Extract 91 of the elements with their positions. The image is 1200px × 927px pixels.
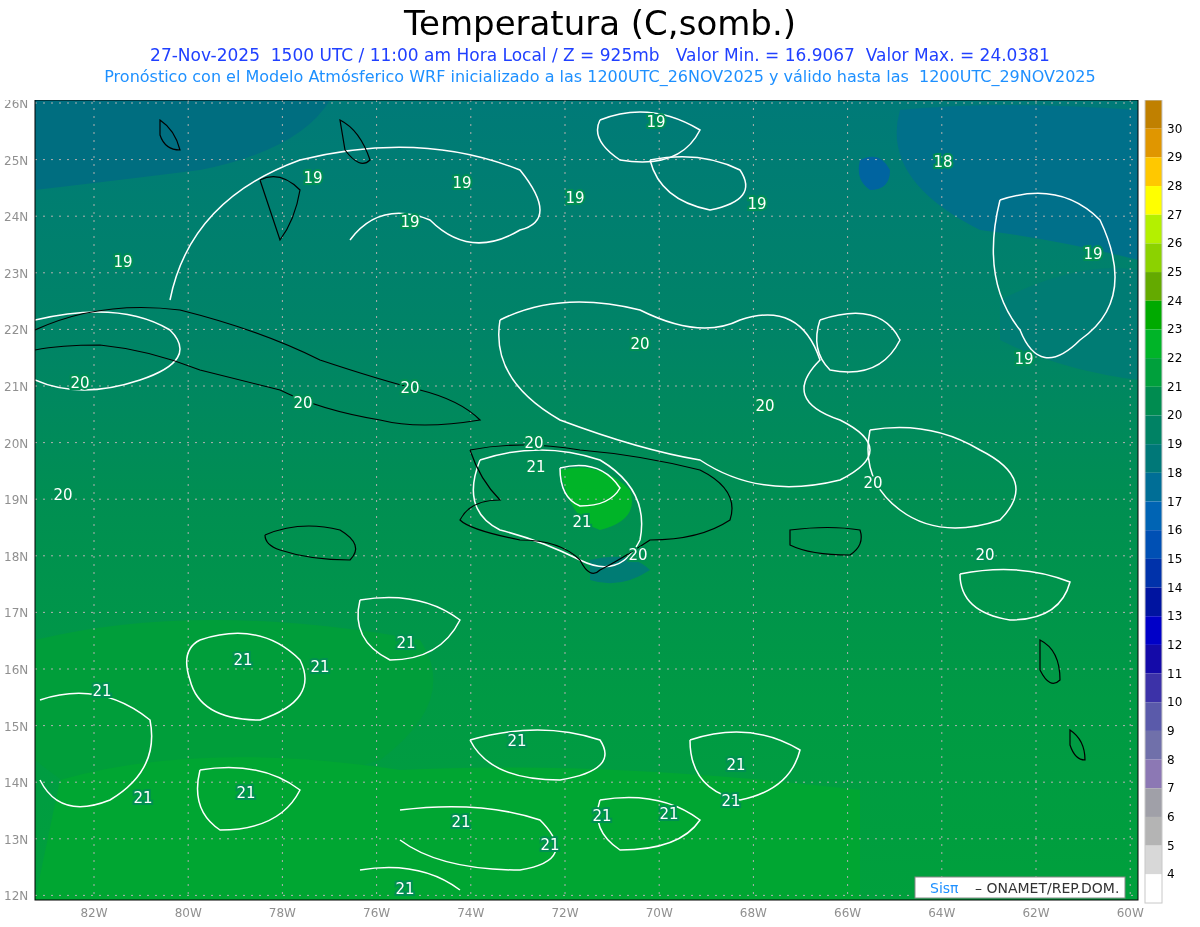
contour-label: 20 [524,434,544,452]
latitude-label: 12N [4,889,29,904]
longitude-label: 70W [645,906,673,920]
colorbar-label: 25 [1167,265,1183,280]
colorbar-label: 26 [1167,236,1183,251]
colorbar-label: 28 [1167,179,1183,194]
colorbar-label: 15 [1167,551,1183,566]
latitude-label: 15N [4,719,29,734]
latitude-label: 24N [4,210,29,225]
colorbar-label: 10 [1167,695,1183,710]
contour-label: 21 [659,805,679,823]
brand-logo: Sisπ [930,880,959,896]
contour-label: 21 [233,651,253,669]
contour-label: 20 [70,374,90,392]
contour-label: 20 [975,546,995,564]
longitude-label: 64W [928,906,956,920]
contour-label: 21 [507,732,527,750]
colorbar-label: 20 [1167,408,1183,423]
latitude-label: 18N [4,549,29,564]
contour-label: 21 [526,458,546,476]
latitude-label: 16N [4,663,29,677]
contour-label: 21 [395,880,415,898]
contour-label: 19 [400,213,420,231]
colorbar-label: 18 [1167,465,1183,480]
colorbar-label: 6 [1167,809,1175,824]
colorbar-label: 4 [1167,867,1175,882]
contour-label: 20 [400,379,420,397]
contour-label: 19 [747,195,767,213]
contour-label: 21 [92,682,112,700]
chart-title: Temperatura (C,somb.) [404,2,796,44]
colorbar-label: 17 [1167,494,1183,509]
colorbar-label: 21 [1167,379,1183,394]
colorbar-label: 7 [1167,781,1175,796]
contour-label: 21 [451,813,471,831]
contour-label: 19 [113,253,133,271]
contour-label: 19 [1083,245,1103,263]
longitude-label: 66W [834,906,862,920]
colorbar-label: 16 [1167,523,1183,538]
latitude-label: 23N [4,266,29,281]
contour-label: 21 [133,789,153,807]
colorbar-label: 22 [1167,351,1183,366]
colorbar-label: 30 [1167,121,1183,136]
credit-text: – ONAMET/REP.DOM. [975,880,1120,896]
contour-label: 20 [755,397,775,415]
contour-label: 21 [310,658,330,676]
latitude-label: 14N [4,776,29,791]
contour-label: 19 [565,189,585,207]
colorbar-label: 24 [1167,293,1183,308]
longitude-label: 74W [457,906,485,920]
colorbar-label: 11 [1167,666,1183,681]
colorbar-label: 5 [1167,838,1175,853]
latitude-label: 19N [4,493,29,508]
latitude-label: 20N [4,436,29,451]
longitude-label: 68W [739,906,767,920]
longitude-label: 82W [80,906,108,920]
colorbar-label: 9 [1167,723,1175,738]
model-description: Pronóstico con el Modelo Atmósferico WRF inicializado a las 1200UTC_26NOV2025 y válido hasta las 1200UTC_29NOV2025 [104,66,1096,88]
contour-label: 21 [572,513,592,531]
contour-label: 19 [646,113,666,131]
colorbar-label: 19 [1167,437,1183,452]
colorbar-label: 8 [1167,752,1175,767]
contour-label: 20 [630,335,650,353]
latitude-label: 21N [4,380,29,394]
contour-label: 21 [236,784,256,802]
colorbar-label: 23 [1167,322,1183,337]
longitude-label: 78W [268,906,296,920]
colorbar-label: 14 [1167,580,1183,595]
longitude-label: 80W [174,906,202,920]
latitude-label: 25N [4,153,29,168]
latitude-label: 13N [4,832,29,847]
contour-label: 20 [293,394,313,412]
contour-label: 19 [452,174,472,192]
contour-label: 20 [628,546,648,564]
longitude-label: 62W [1022,906,1050,920]
latitude-label: 22N [4,323,29,338]
contour-label: 21 [396,634,416,652]
longitude-label: 76W [363,906,391,920]
contour-label: 21 [721,792,741,810]
contour-label: 19 [1014,350,1034,368]
contour-label: 20 [53,486,73,504]
colorbar-label: 13 [1167,609,1183,624]
colorbar-label: 12 [1167,637,1183,652]
longitude-label: 60W [1116,906,1144,920]
colorbar-label: 29 [1167,150,1183,165]
contour-label: 21 [726,756,746,774]
longitude-label: 72W [551,906,579,920]
colorbar-label: 27 [1167,207,1183,222]
contour-label: 18 [933,153,953,171]
latitude-label: 17N [4,606,29,621]
contour-label: 19 [303,169,323,187]
forecast-time-line: 27-Nov-2025 1500 UTC / 11:00 am Hora Local / Z = 925mb Valor Min. = 16.9067 Valor Max. = 24.0381 [150,44,1050,66]
